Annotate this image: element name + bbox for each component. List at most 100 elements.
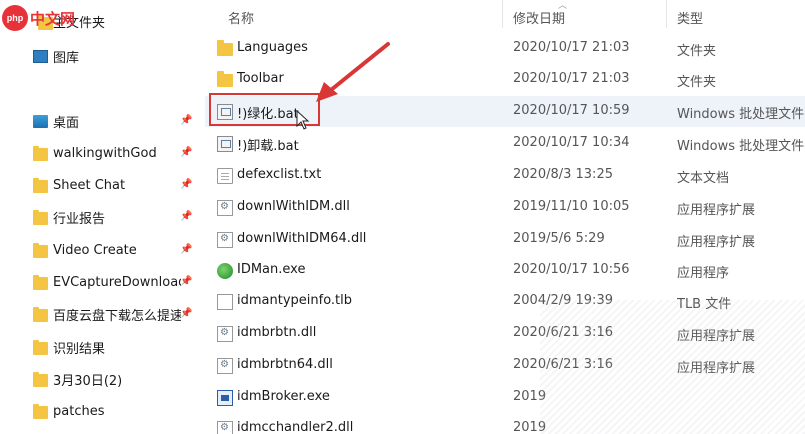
file-name: downlWithIDM64.dll — [237, 231, 367, 246]
file-name: idmbrbtn64.dll — [237, 357, 333, 372]
file-type: 应用程序扩展 — [677, 235, 756, 250]
sidebar-item-sheet-chat[interactable]: Sheet Chat 📌 — [0, 170, 200, 200]
file-row[interactable]: downlWithIDM64.dll 2019/5/6 5:29 应用程序扩展 — [205, 224, 805, 255]
desktop-icon — [33, 115, 48, 128]
sidebar-item-baidu-download[interactable]: 百度云盘下载怎么提速? 📌 — [0, 299, 200, 329]
sort-ascending-icon: ︿ — [558, 1, 568, 11]
file-date: 2019 — [513, 389, 547, 404]
pin-icon[interactable]: 📌 — [180, 147, 192, 159]
navigation-pane: 主文件夹 图库 桌面 📌 walkingwithGod 📌 Sheet Chat… — [0, 0, 200, 434]
file-row[interactable]: !)卸载.bat 2020/10/17 10:34 Windows 批处理文件 — [205, 128, 805, 159]
file-row[interactable]: idmcchandler2.dll 2019 — [205, 413, 805, 434]
sidebar-item-gallery[interactable]: 图库 — [0, 41, 200, 71]
sidebar-item-label: 图库 — [53, 50, 80, 66]
sidebar-item-label: Sheet Chat — [53, 177, 126, 193]
pin-icon[interactable]: 📌 — [180, 308, 192, 320]
sidebar-item-label: walkingwithGod — [53, 145, 157, 161]
sidebar-item-label: 百度云盘下载怎么提速? — [53, 308, 181, 324]
idm-app-icon — [217, 263, 233, 279]
sidebar-item-label: 识别结果 — [53, 341, 106, 357]
sidebar-item-video-create[interactable]: Video Create 📌 — [0, 235, 200, 265]
column-divider[interactable] — [666, 0, 667, 28]
file-row[interactable]: Toolbar 2020/10/17 21:03 文件夹 — [205, 64, 805, 95]
sidebar-item-label: 桌面 — [53, 115, 80, 131]
file-name: Languages — [237, 40, 308, 55]
pin-icon[interactable]: 📌 — [180, 179, 192, 191]
watermark: php 中文网 — [0, 0, 110, 36]
column-divider[interactable] — [502, 0, 503, 28]
file-type: 应用程序 — [677, 266, 730, 281]
column-name[interactable]: 名称 — [228, 8, 254, 27]
dll-file-icon — [217, 326, 233, 342]
pin-icon[interactable]: 📌 — [180, 276, 192, 288]
file-type: Windows 批处理文件 — [677, 139, 805, 154]
file-date: 2020/6/21 3:16 — [513, 357, 613, 372]
sidebar-item-industry-report[interactable]: 行业报告 📌 — [0, 202, 200, 232]
file-date: 2019 — [513, 420, 547, 434]
pin-icon[interactable]: 📌 — [180, 115, 192, 127]
sidebar-item-label: EVCaptureDownload — [53, 274, 181, 290]
text-file-icon — [217, 168, 233, 184]
file-date: 2020/10/17 21:03 — [513, 71, 630, 86]
file-date: 2020/6/21 3:16 — [513, 325, 613, 340]
file-type: 文件夹 — [677, 44, 717, 59]
file-row[interactable]: defexclist.txt 2020/8/3 13:25 文本文档 — [205, 160, 805, 191]
file-name: IDMan.exe — [237, 262, 306, 277]
file-row[interactable]: idmBroker.exe 2019 — [205, 382, 805, 413]
folder-icon — [33, 146, 48, 161]
file-type: 应用程序扩展 — [677, 361, 756, 376]
file-name: idmBroker.exe — [237, 389, 330, 404]
file-type: 应用程序扩展 — [677, 329, 756, 344]
folder-icon — [33, 210, 48, 225]
file-row[interactable]: Languages 2020/10/17 21:03 文件夹 — [205, 33, 805, 64]
folder-icon — [33, 307, 48, 322]
folder-icon — [33, 178, 48, 193]
file-date: 2004/2/9 19:39 — [513, 293, 613, 308]
pin-icon[interactable]: 📌 — [180, 244, 192, 256]
dll-file-icon — [217, 232, 233, 248]
arrow-annotation-icon — [316, 42, 390, 102]
pin-icon[interactable]: 📌 — [180, 211, 192, 223]
app-file-icon — [217, 390, 233, 406]
file-row[interactable]: IDMan.exe 2020/10/17 10:56 应用程序 — [205, 255, 805, 286]
sidebar-item-march-30[interactable]: 3月30日(2) — [0, 364, 200, 394]
folder-icon — [217, 40, 233, 56]
file-name: defexclist.txt — [237, 167, 322, 182]
file-type: TLB 文件 — [677, 297, 732, 312]
sidebar-item-evcapturedownload[interactable]: EVCaptureDownload 📌 — [0, 267, 200, 297]
column-header: 名称 ︿ 修改日期 类型 — [200, 0, 805, 32]
folder-icon — [217, 71, 233, 87]
sidebar-item-desktop[interactable]: 桌面 📌 — [0, 106, 200, 136]
file-name: idmcchandler2.dll — [237, 420, 354, 434]
file-row[interactable]: downlWithIDM.dll 2019/11/10 10:05 应用程序扩展 — [205, 192, 805, 223]
file-date: 2020/10/17 10:34 — [513, 135, 630, 150]
file-row[interactable]: idmbrbtn64.dll 2020/6/21 3:16 应用程序扩展 — [205, 350, 805, 381]
sidebar-item-label: Video Create — [53, 242, 137, 258]
folder-icon — [33, 340, 48, 355]
column-date[interactable]: 修改日期 — [513, 8, 565, 27]
file-name: idmantypeinfo.tlb — [237, 293, 353, 308]
sidebar-item-recognition-result[interactable]: 识别结果 — [0, 332, 200, 362]
folder-icon — [33, 275, 48, 290]
column-type[interactable]: 类型 — [677, 8, 703, 27]
dll-file-icon — [217, 200, 233, 216]
file-date: 2020/8/3 13:25 — [513, 167, 613, 182]
mouse-cursor-icon — [296, 110, 310, 130]
file-name: Toolbar — [237, 71, 284, 86]
generic-file-icon — [217, 294, 233, 310]
file-type: 文本文档 — [677, 171, 730, 186]
file-date: 2020/10/17 21:03 — [513, 40, 630, 55]
file-name: downlWithIDM.dll — [237, 199, 350, 214]
watermark-text: 中文网 — [30, 9, 76, 28]
file-row[interactable]: idmantypeinfo.tlb 2004/2/9 19:39 TLB 文件 — [205, 286, 805, 317]
sidebar-item-walkingwithgod[interactable]: walkingwithGod 📌 — [0, 138, 200, 168]
file-type: 文件夹 — [677, 75, 717, 90]
sidebar-item-patches[interactable]: patches — [0, 396, 200, 426]
file-date: 2020/10/17 10:59 — [513, 103, 630, 118]
file-name: idmbrbtn.dll — [237, 325, 317, 340]
file-row[interactable]: idmbrbtn.dll 2020/6/21 3:16 应用程序扩展 — [205, 318, 805, 349]
folder-icon — [33, 404, 48, 419]
sidebar-item-label: patches — [53, 403, 105, 419]
sidebar-item-label: 行业报告 — [53, 211, 106, 227]
folder-icon — [33, 243, 48, 258]
